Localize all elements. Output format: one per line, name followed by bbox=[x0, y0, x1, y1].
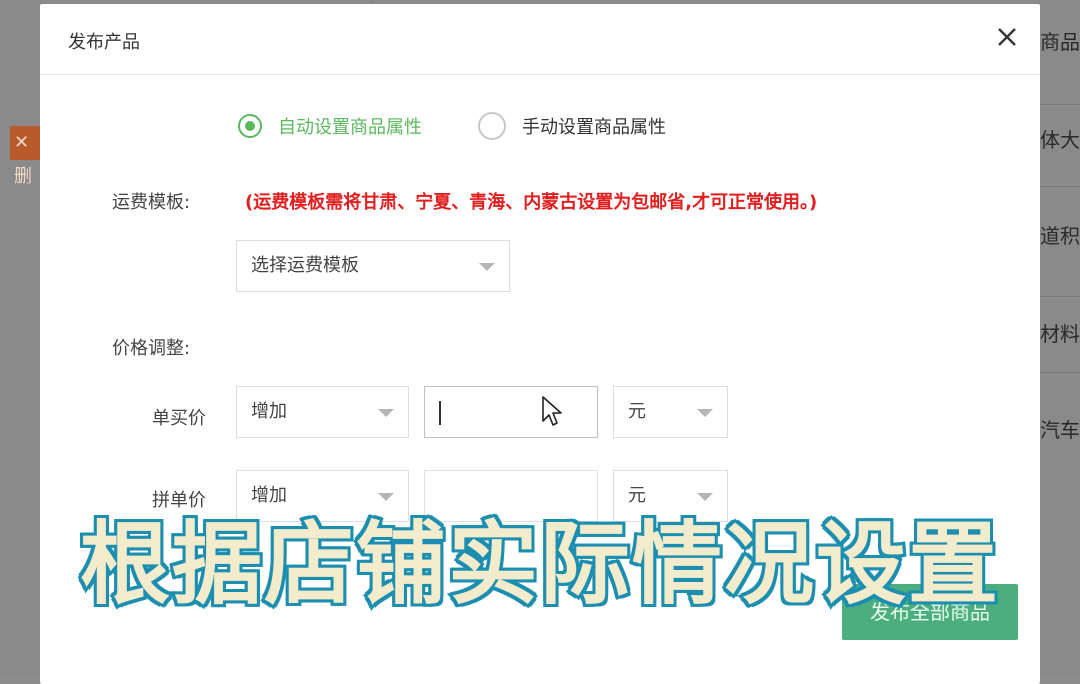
shipping-warning: (运费模板需将甘肃、宁夏、青海、内蒙古设置为包邮省,才可正常使用。) bbox=[245, 192, 818, 213]
select-value: 元 bbox=[628, 401, 646, 422]
chevron-down-icon bbox=[479, 263, 495, 271]
price-adjust-label: 价格调整: bbox=[112, 338, 191, 359]
mouse-pointer-icon bbox=[542, 396, 562, 426]
dialog-header: 发布产品 bbox=[40, 4, 1040, 75]
radio-unchecked-icon bbox=[478, 112, 506, 140]
background-product-name: 体大小 bbox=[1040, 128, 1080, 152]
shipping-template-label: 运费模板: bbox=[112, 192, 191, 213]
close-button[interactable] bbox=[992, 22, 1022, 52]
video-caption: 根据店铺实际情况设置 bbox=[77, 509, 1001, 620]
single-price-input[interactable] bbox=[424, 386, 598, 438]
text-cursor bbox=[439, 401, 441, 425]
background-product-name: 商品积 bbox=[1040, 30, 1080, 54]
select-value: 增加 bbox=[251, 401, 287, 422]
radio-label: 自动设置商品属性 bbox=[278, 117, 422, 138]
dialog-title: 发布产品 bbox=[68, 32, 140, 53]
radio-manual-attributes[interactable]: 手动设置商品属性 bbox=[478, 112, 666, 140]
shipping-template-select[interactable]: 选择运费模板 bbox=[236, 240, 510, 292]
select-value: 选择运费模板 bbox=[251, 255, 359, 276]
background-product-name: 材料拼 bbox=[1040, 322, 1080, 346]
chevron-down-icon bbox=[378, 409, 394, 417]
single-price-mode-select[interactable]: 增加 bbox=[236, 386, 409, 438]
single-price-unit-select[interactable]: 元 bbox=[613, 386, 728, 438]
close-icon bbox=[998, 28, 1016, 46]
background-product-name: 道积木 bbox=[1040, 224, 1080, 248]
single-price-label: 单买价 bbox=[152, 408, 206, 429]
chevron-down-icon bbox=[697, 409, 713, 417]
background-product-name: 汽车音 bbox=[1040, 418, 1080, 442]
radio-auto-attributes[interactable]: 自动设置商品属性 bbox=[238, 112, 422, 140]
radio-label: 手动设置商品属性 bbox=[522, 117, 666, 138]
radio-checked-icon bbox=[238, 114, 262, 138]
